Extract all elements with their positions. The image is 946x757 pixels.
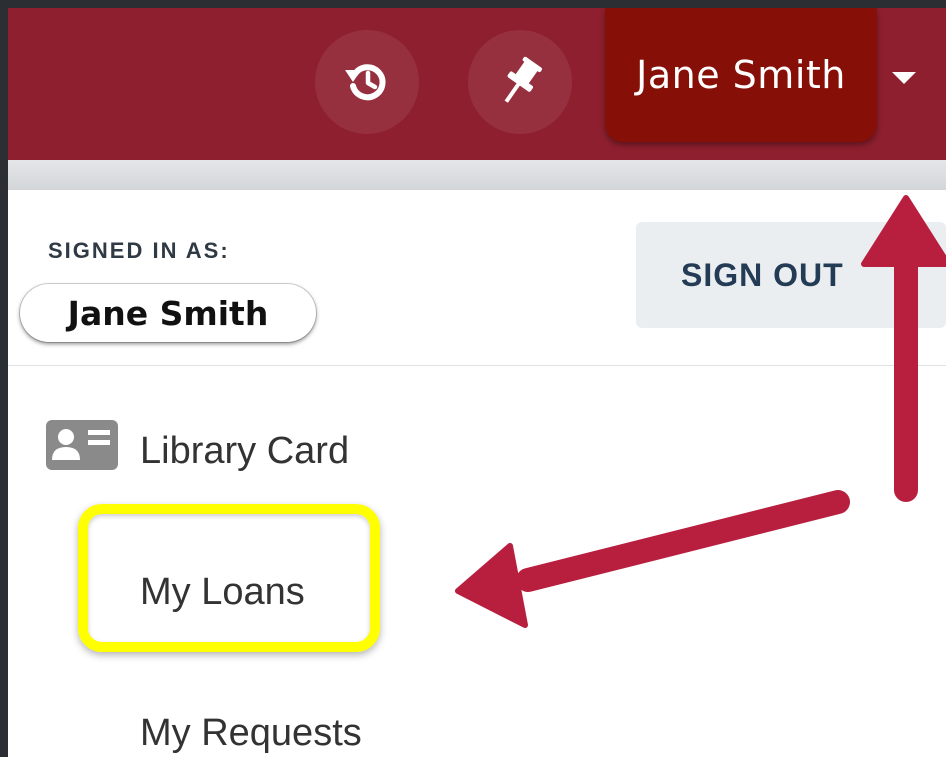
- history-button[interactable]: [315, 30, 419, 134]
- sign-out-button[interactable]: SIGN OUT: [636, 222, 946, 328]
- pin-button[interactable]: [468, 30, 572, 134]
- my-loans-highlight: [78, 504, 380, 652]
- screenshot-frame: Jane Smith SIGNED IN AS: Jane Smith SIGN…: [8, 8, 946, 757]
- id-card-icon: [46, 420, 118, 470]
- signed-in-user-name: Jane Smith: [20, 284, 316, 342]
- left-arrow: [455, 490, 850, 628]
- caret-down-icon[interactable]: [892, 72, 916, 84]
- pushpin-icon: [504, 56, 542, 103]
- divider: [8, 365, 946, 366]
- library-card-heading: Library Card: [140, 430, 350, 472]
- user-menu-button[interactable]: Jane Smith: [605, 8, 877, 142]
- my-requests-link[interactable]: My Requests: [140, 712, 362, 755]
- signed-in-label: SIGNED IN AS:: [48, 238, 230, 263]
- dropdown-shadow-strip: [8, 160, 946, 190]
- history-icon: [345, 64, 386, 101]
- top-navigation-bar: Jane Smith: [8, 8, 946, 160]
